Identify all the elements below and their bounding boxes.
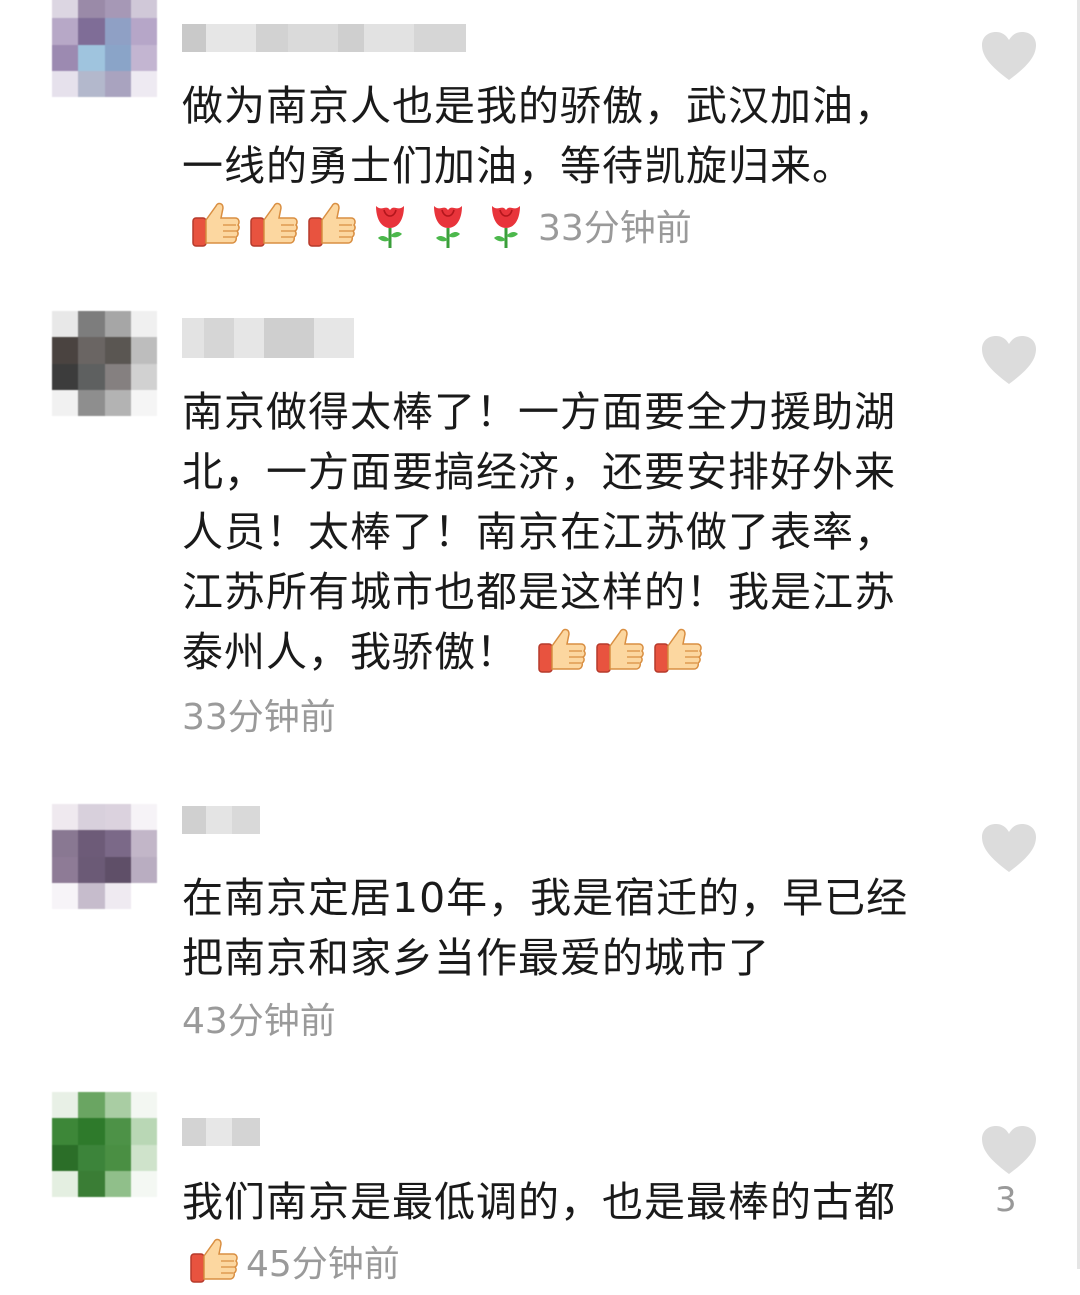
avatar[interactable] (52, 311, 157, 416)
rose-emoji-icon (422, 198, 474, 250)
thumbs-up-emoji-icon (188, 1234, 240, 1286)
like-heart-icon[interactable] (980, 30, 1038, 82)
comment-text: 在南京定居10年，我是宿迁的，早已经把南京和家乡当作最爱的城市了 (182, 874, 909, 982)
emoji-list (190, 202, 538, 250)
like-count: 3 (995, 1180, 1017, 1220)
thumbs-up-emoji-icon (190, 198, 242, 250)
like-heart-icon[interactable] (980, 822, 1038, 874)
thumbs-up-emoji-icon (306, 198, 358, 250)
thumbs-up-emoji-icon (594, 624, 646, 676)
username-blurred[interactable] (182, 1118, 260, 1146)
avatar[interactable] (52, 1092, 157, 1197)
timestamp: 45分钟前 (246, 1244, 400, 1285)
emoji-list (188, 1238, 246, 1286)
comment-text: 做为南京人也是我的骄傲，武汉加油，一线的勇士们加油，等待凯旋归来。33分钟前 (182, 82, 896, 250)
comment-text: 南京做得太棒了！一方面要全力援助湖北，一方面要搞经济，还要安排好外来人员！太棒了… (182, 388, 896, 676)
rose-emoji-icon (364, 198, 416, 250)
thumbs-up-emoji-icon (248, 198, 300, 250)
rose-emoji-icon (480, 198, 532, 250)
timestamp: 33分钟前 (182, 697, 336, 738)
emoji-list (536, 628, 710, 676)
thumbs-up-emoji-icon (536, 624, 588, 676)
like-heart-icon[interactable] (980, 334, 1038, 386)
thumbs-up-emoji-icon (652, 624, 704, 676)
avatar[interactable] (52, 804, 157, 909)
timestamp: 33分钟前 (538, 208, 692, 249)
username-blurred[interactable] (182, 318, 354, 358)
avatar[interactable] (52, 0, 157, 97)
username-blurred[interactable] (182, 24, 466, 52)
username-blurred[interactable] (182, 806, 260, 834)
like-heart-icon[interactable] (980, 1124, 1038, 1176)
timestamp: 43分钟前 (182, 1001, 336, 1042)
comment-text: 我们南京是最低调的，也是最棒的古都45分钟前 (182, 1178, 896, 1286)
